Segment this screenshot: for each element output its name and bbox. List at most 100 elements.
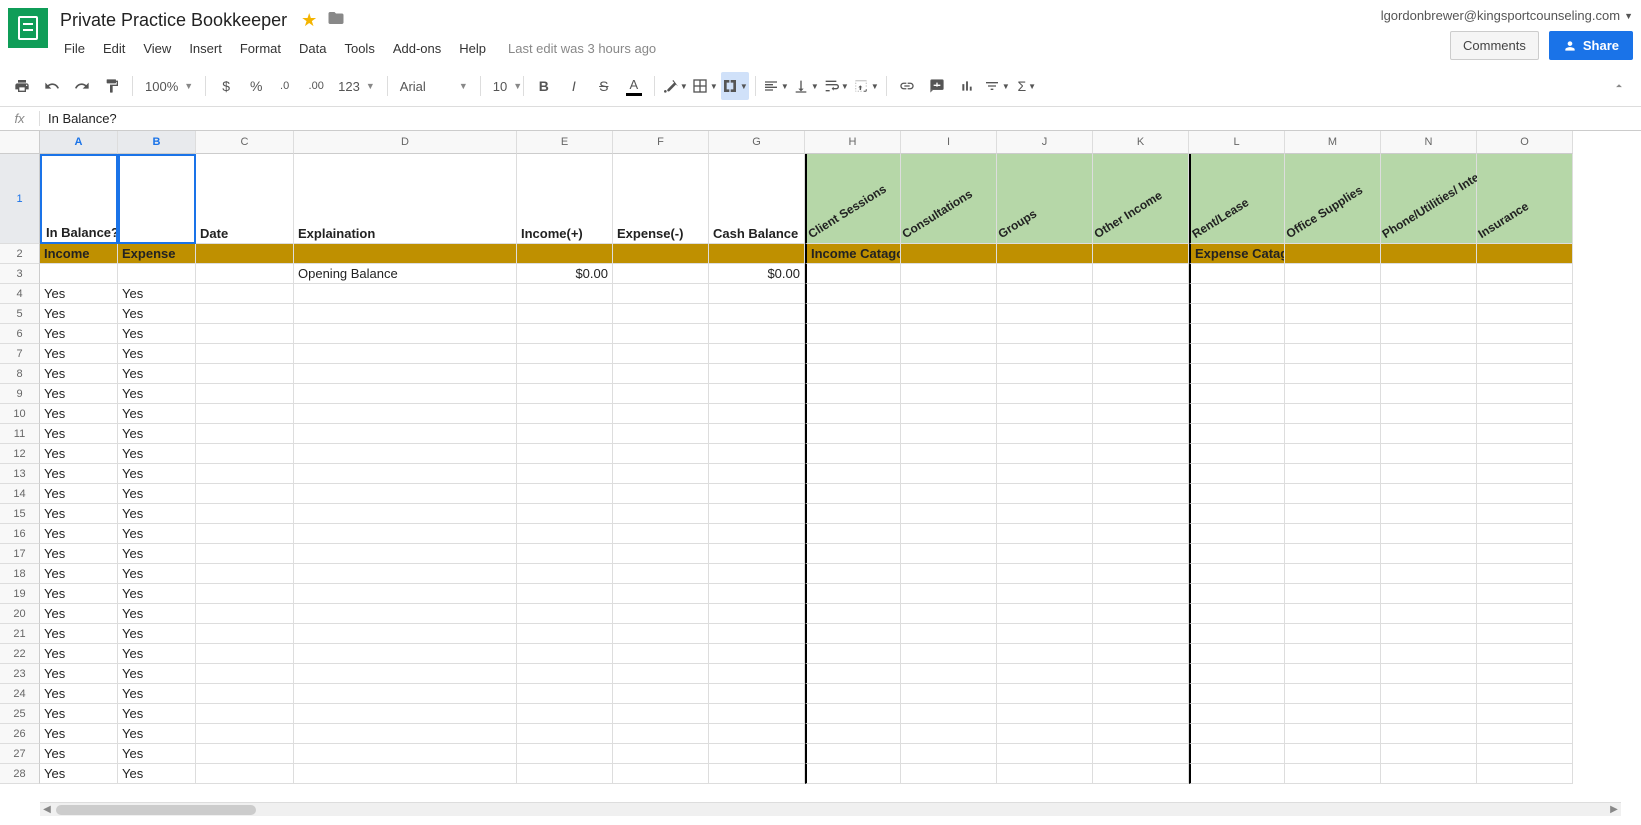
cell[interactable] xyxy=(1093,324,1189,344)
cell[interactable] xyxy=(997,344,1093,364)
cell[interactable] xyxy=(1093,664,1189,684)
column-header[interactable]: B xyxy=(118,131,196,154)
cell[interactable] xyxy=(1189,484,1285,504)
cell[interactable] xyxy=(1477,704,1573,724)
cell[interactable] xyxy=(997,484,1093,504)
cell[interactable] xyxy=(613,444,709,464)
cell[interactable] xyxy=(613,484,709,504)
cell[interactable] xyxy=(1381,304,1477,324)
cell[interactable]: Date xyxy=(196,154,294,244)
cell[interactable]: Yes xyxy=(118,604,196,624)
menu-view[interactable]: View xyxy=(135,37,179,60)
cell[interactable] xyxy=(1285,344,1381,364)
cell[interactable] xyxy=(517,524,613,544)
cell[interactable] xyxy=(196,424,294,444)
row-header[interactable]: 17 xyxy=(0,544,40,564)
cell[interactable]: Yes xyxy=(118,684,196,704)
cell[interactable] xyxy=(294,664,517,684)
cell[interactable] xyxy=(805,424,901,444)
cell[interactable] xyxy=(709,304,805,324)
merge-cells-icon[interactable]: ▼ xyxy=(721,72,749,100)
column-header[interactable]: E xyxy=(517,131,613,154)
cell[interactable] xyxy=(517,744,613,764)
cell[interactable] xyxy=(901,364,997,384)
cell[interactable] xyxy=(613,284,709,304)
cell[interactable]: Yes xyxy=(118,504,196,524)
cell[interactable] xyxy=(805,484,901,504)
cell[interactable] xyxy=(1285,264,1381,284)
cell[interactable] xyxy=(613,304,709,324)
cell[interactable] xyxy=(805,324,901,344)
cell[interactable]: $0.00 xyxy=(517,264,613,284)
cell[interactable]: Phone/Utilities/ Internet xyxy=(1381,154,1477,244)
cell[interactable]: Yes xyxy=(118,544,196,564)
cell[interactable] xyxy=(709,504,805,524)
row-header[interactable]: 5 xyxy=(0,304,40,324)
cell[interactable] xyxy=(709,724,805,744)
row-header[interactable]: 12 xyxy=(0,444,40,464)
cell[interactable] xyxy=(196,564,294,584)
cell[interactable] xyxy=(1093,424,1189,444)
row-header[interactable]: 28 xyxy=(0,764,40,784)
cell[interactable] xyxy=(805,604,901,624)
menu-data[interactable]: Data xyxy=(291,37,334,60)
cell[interactable]: Yes xyxy=(40,684,118,704)
cell[interactable] xyxy=(805,444,901,464)
zoom-select[interactable]: 100%▼ xyxy=(139,72,199,100)
cell[interactable]: Yes xyxy=(40,324,118,344)
cell[interactable] xyxy=(1477,684,1573,704)
cell[interactable] xyxy=(1093,464,1189,484)
cell[interactable] xyxy=(1285,524,1381,544)
cell[interactable]: Yes xyxy=(40,404,118,424)
scroll-right-icon[interactable]: ▶ xyxy=(1607,804,1621,815)
cell[interactable] xyxy=(1477,384,1573,404)
cell[interactable]: In Balance? xyxy=(40,154,118,244)
cell[interactable] xyxy=(1285,244,1381,264)
cell[interactable] xyxy=(196,464,294,484)
cell[interactable]: Yes xyxy=(40,564,118,584)
cell[interactable] xyxy=(1093,264,1189,284)
cell[interactable] xyxy=(1477,664,1573,684)
cell[interactable]: Yes xyxy=(118,484,196,504)
row-header[interactable]: 23 xyxy=(0,664,40,684)
row-header[interactable]: 9 xyxy=(0,384,40,404)
cell[interactable] xyxy=(517,244,613,264)
cell[interactable] xyxy=(517,424,613,444)
cell[interactable] xyxy=(805,264,901,284)
cell[interactable] xyxy=(1477,484,1573,504)
column-header[interactable]: H xyxy=(805,131,901,154)
cell[interactable] xyxy=(294,624,517,644)
cell[interactable] xyxy=(613,344,709,364)
cell[interactable] xyxy=(294,724,517,744)
cell[interactable] xyxy=(901,284,997,304)
cell[interactable]: Yes xyxy=(118,524,196,544)
cell[interactable]: Other Income xyxy=(1093,154,1189,244)
cell[interactable] xyxy=(613,624,709,644)
cell[interactable] xyxy=(997,284,1093,304)
cell[interactable] xyxy=(196,624,294,644)
cell[interactable]: Opening Balance xyxy=(294,264,517,284)
cell[interactable] xyxy=(709,424,805,444)
cell[interactable] xyxy=(709,324,805,344)
redo-icon[interactable] xyxy=(68,72,96,100)
cell[interactable] xyxy=(613,264,709,284)
cell[interactable] xyxy=(196,744,294,764)
cell[interactable] xyxy=(709,604,805,624)
cell[interactable] xyxy=(997,384,1093,404)
cell[interactable] xyxy=(805,704,901,724)
cell[interactable] xyxy=(805,304,901,324)
cell[interactable] xyxy=(517,444,613,464)
cell[interactable] xyxy=(294,524,517,544)
cell[interactable] xyxy=(1477,544,1573,564)
cell[interactable] xyxy=(1093,564,1189,584)
font-select[interactable]: Arial▼ xyxy=(394,72,474,100)
cell[interactable] xyxy=(997,564,1093,584)
cell[interactable] xyxy=(709,684,805,704)
cell[interactable] xyxy=(613,684,709,704)
cell[interactable] xyxy=(1189,664,1285,684)
cell[interactable]: Yes xyxy=(118,284,196,304)
cell[interactable] xyxy=(1381,344,1477,364)
cell[interactable] xyxy=(1285,564,1381,584)
cell[interactable] xyxy=(1285,764,1381,784)
insert-link-icon[interactable] xyxy=(893,72,921,100)
